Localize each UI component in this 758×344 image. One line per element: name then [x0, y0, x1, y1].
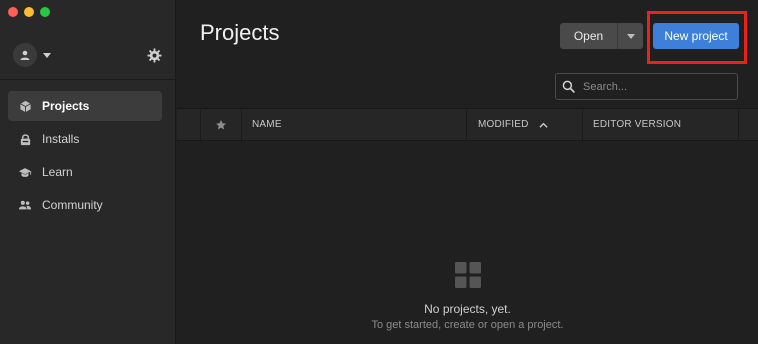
empty-state-title: No projects, yet. — [424, 302, 511, 316]
sidebar-item-label: Installs — [42, 132, 80, 146]
sidebar-item-projects[interactable]: Projects — [8, 91, 162, 121]
window-controls — [8, 7, 50, 17]
sidebar-divider — [0, 79, 175, 80]
empty-state-subtitle: To get started, create or open a project… — [371, 319, 564, 331]
search-icon — [562, 80, 575, 93]
account-row — [13, 42, 162, 68]
caret-down-icon — [626, 33, 635, 39]
caret-down-icon — [43, 52, 51, 58]
sidebar-item-installs[interactable]: Installs — [8, 124, 162, 154]
gear-icon — [147, 47, 162, 63]
avatar — [13, 43, 37, 67]
open-button[interactable]: Open — [560, 23, 617, 49]
sidebar-item-label: Learn — [42, 165, 73, 179]
empty-state: No projects, yet. To get started, create… — [177, 262, 758, 331]
column-header-modified[interactable]: MODIFIED — [467, 109, 583, 140]
column-header-spacer — [177, 109, 201, 140]
search-box[interactable] — [555, 73, 738, 100]
open-button-group: Open — [560, 23, 643, 49]
user-icon — [20, 50, 30, 60]
new-project-button[interactable]: New project — [653, 23, 739, 49]
sidebar-nav: Projects Installs Learn Community — [8, 91, 162, 223]
column-header-editor-version[interactable]: EDITOR VERSION — [583, 109, 739, 140]
app-window: Projects Installs Learn Community Projec… — [0, 0, 758, 344]
page-title: Projects — [200, 20, 280, 45]
column-header-name[interactable]: NAME — [242, 109, 467, 140]
column-header-label: NAME — [252, 119, 282, 130]
sidebar-item-label: Community — [42, 198, 103, 212]
sort-ascending-icon — [538, 122, 548, 128]
settings-button[interactable] — [147, 47, 162, 63]
column-header-filler — [739, 109, 758, 140]
sidebar-item-learn[interactable]: Learn — [8, 157, 162, 187]
column-header-label: EDITOR VERSION — [593, 119, 682, 130]
star-icon — [216, 119, 226, 129]
search-input[interactable] — [581, 79, 731, 94]
zoom-window-button[interactable] — [40, 7, 50, 17]
grid-icon — [454, 262, 481, 288]
table-header: NAME MODIFIED EDITOR VERSION — [177, 108, 758, 141]
account-menu-button[interactable] — [13, 43, 51, 67]
main-panel: Projects Open New project Search... NAME… — [177, 0, 758, 344]
sidebar-item-label: Projects — [42, 99, 90, 113]
cube-icon — [18, 99, 32, 113]
lock-icon — [18, 132, 32, 146]
graduation-cap-icon — [18, 165, 32, 179]
sidebar-item-community[interactable]: Community — [8, 190, 162, 220]
open-options-button[interactable] — [617, 23, 643, 49]
column-header-favorite[interactable] — [201, 109, 242, 140]
column-header-label: MODIFIED — [478, 119, 529, 130]
sidebar: Projects Installs Learn Community — [0, 0, 176, 344]
minimize-window-button[interactable] — [24, 7, 34, 17]
people-icon — [18, 198, 32, 212]
close-window-button[interactable] — [8, 7, 18, 17]
